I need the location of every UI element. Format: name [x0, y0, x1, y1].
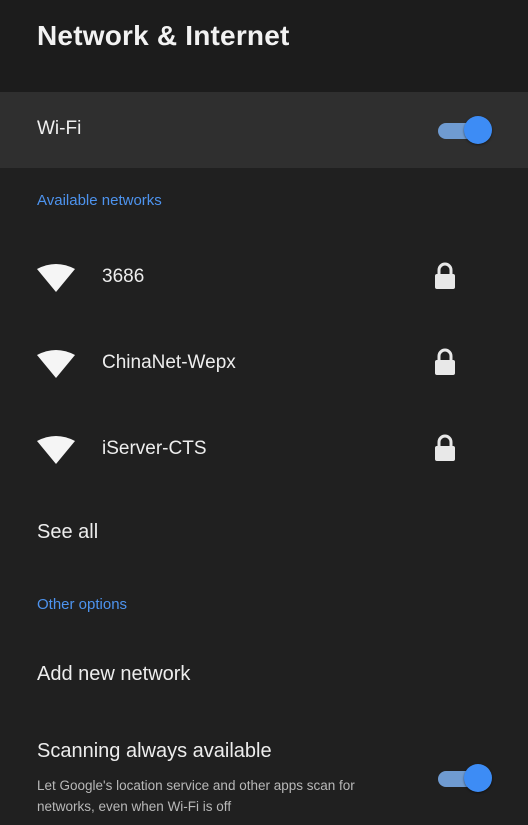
lock-icon	[435, 434, 455, 461]
scanning-title: Scanning always available	[37, 740, 272, 762]
wifi-label: Wi-Fi	[37, 118, 82, 139]
network-internet-screen: Network & Internet Wi-Fi Available netwo…	[0, 0, 528, 825]
wifi-full-icon	[37, 264, 75, 292]
app-header: Network & Internet	[0, 0, 528, 92]
wifi-toggle-switch[interactable]	[438, 114, 492, 146]
network-item[interactable]: 3686	[0, 238, 528, 318]
network-item[interactable]: iServer-CTS	[0, 410, 528, 490]
toggle-thumb	[464, 764, 492, 792]
network-item[interactable]: ChinaNet-Wepx	[0, 324, 528, 404]
toggle-thumb	[464, 116, 492, 144]
lock-icon	[435, 262, 455, 289]
see-all-button[interactable]: See all	[0, 505, 528, 565]
see-all-label: See all	[37, 521, 99, 543]
add-new-network-label: Add new network	[37, 663, 191, 685]
available-networks-header: Available networks	[37, 192, 162, 209]
add-new-network-button[interactable]: Add new network	[0, 645, 528, 705]
scanning-description: Let Google's location service and other …	[37, 778, 355, 814]
page-title: Network & Internet	[37, 20, 290, 51]
wifi-toggle-row[interactable]: Wi-Fi	[0, 92, 528, 168]
network-name: iServer-CTS	[102, 438, 207, 459]
wifi-full-icon	[37, 350, 75, 378]
wifi-full-icon	[37, 436, 75, 464]
network-name: ChinaNet-Wepx	[102, 352, 236, 373]
network-name: 3686	[102, 266, 145, 287]
other-options-header: Other options	[37, 596, 128, 613]
scanning-toggle-switch[interactable]	[438, 762, 492, 794]
lock-icon	[435, 348, 455, 375]
